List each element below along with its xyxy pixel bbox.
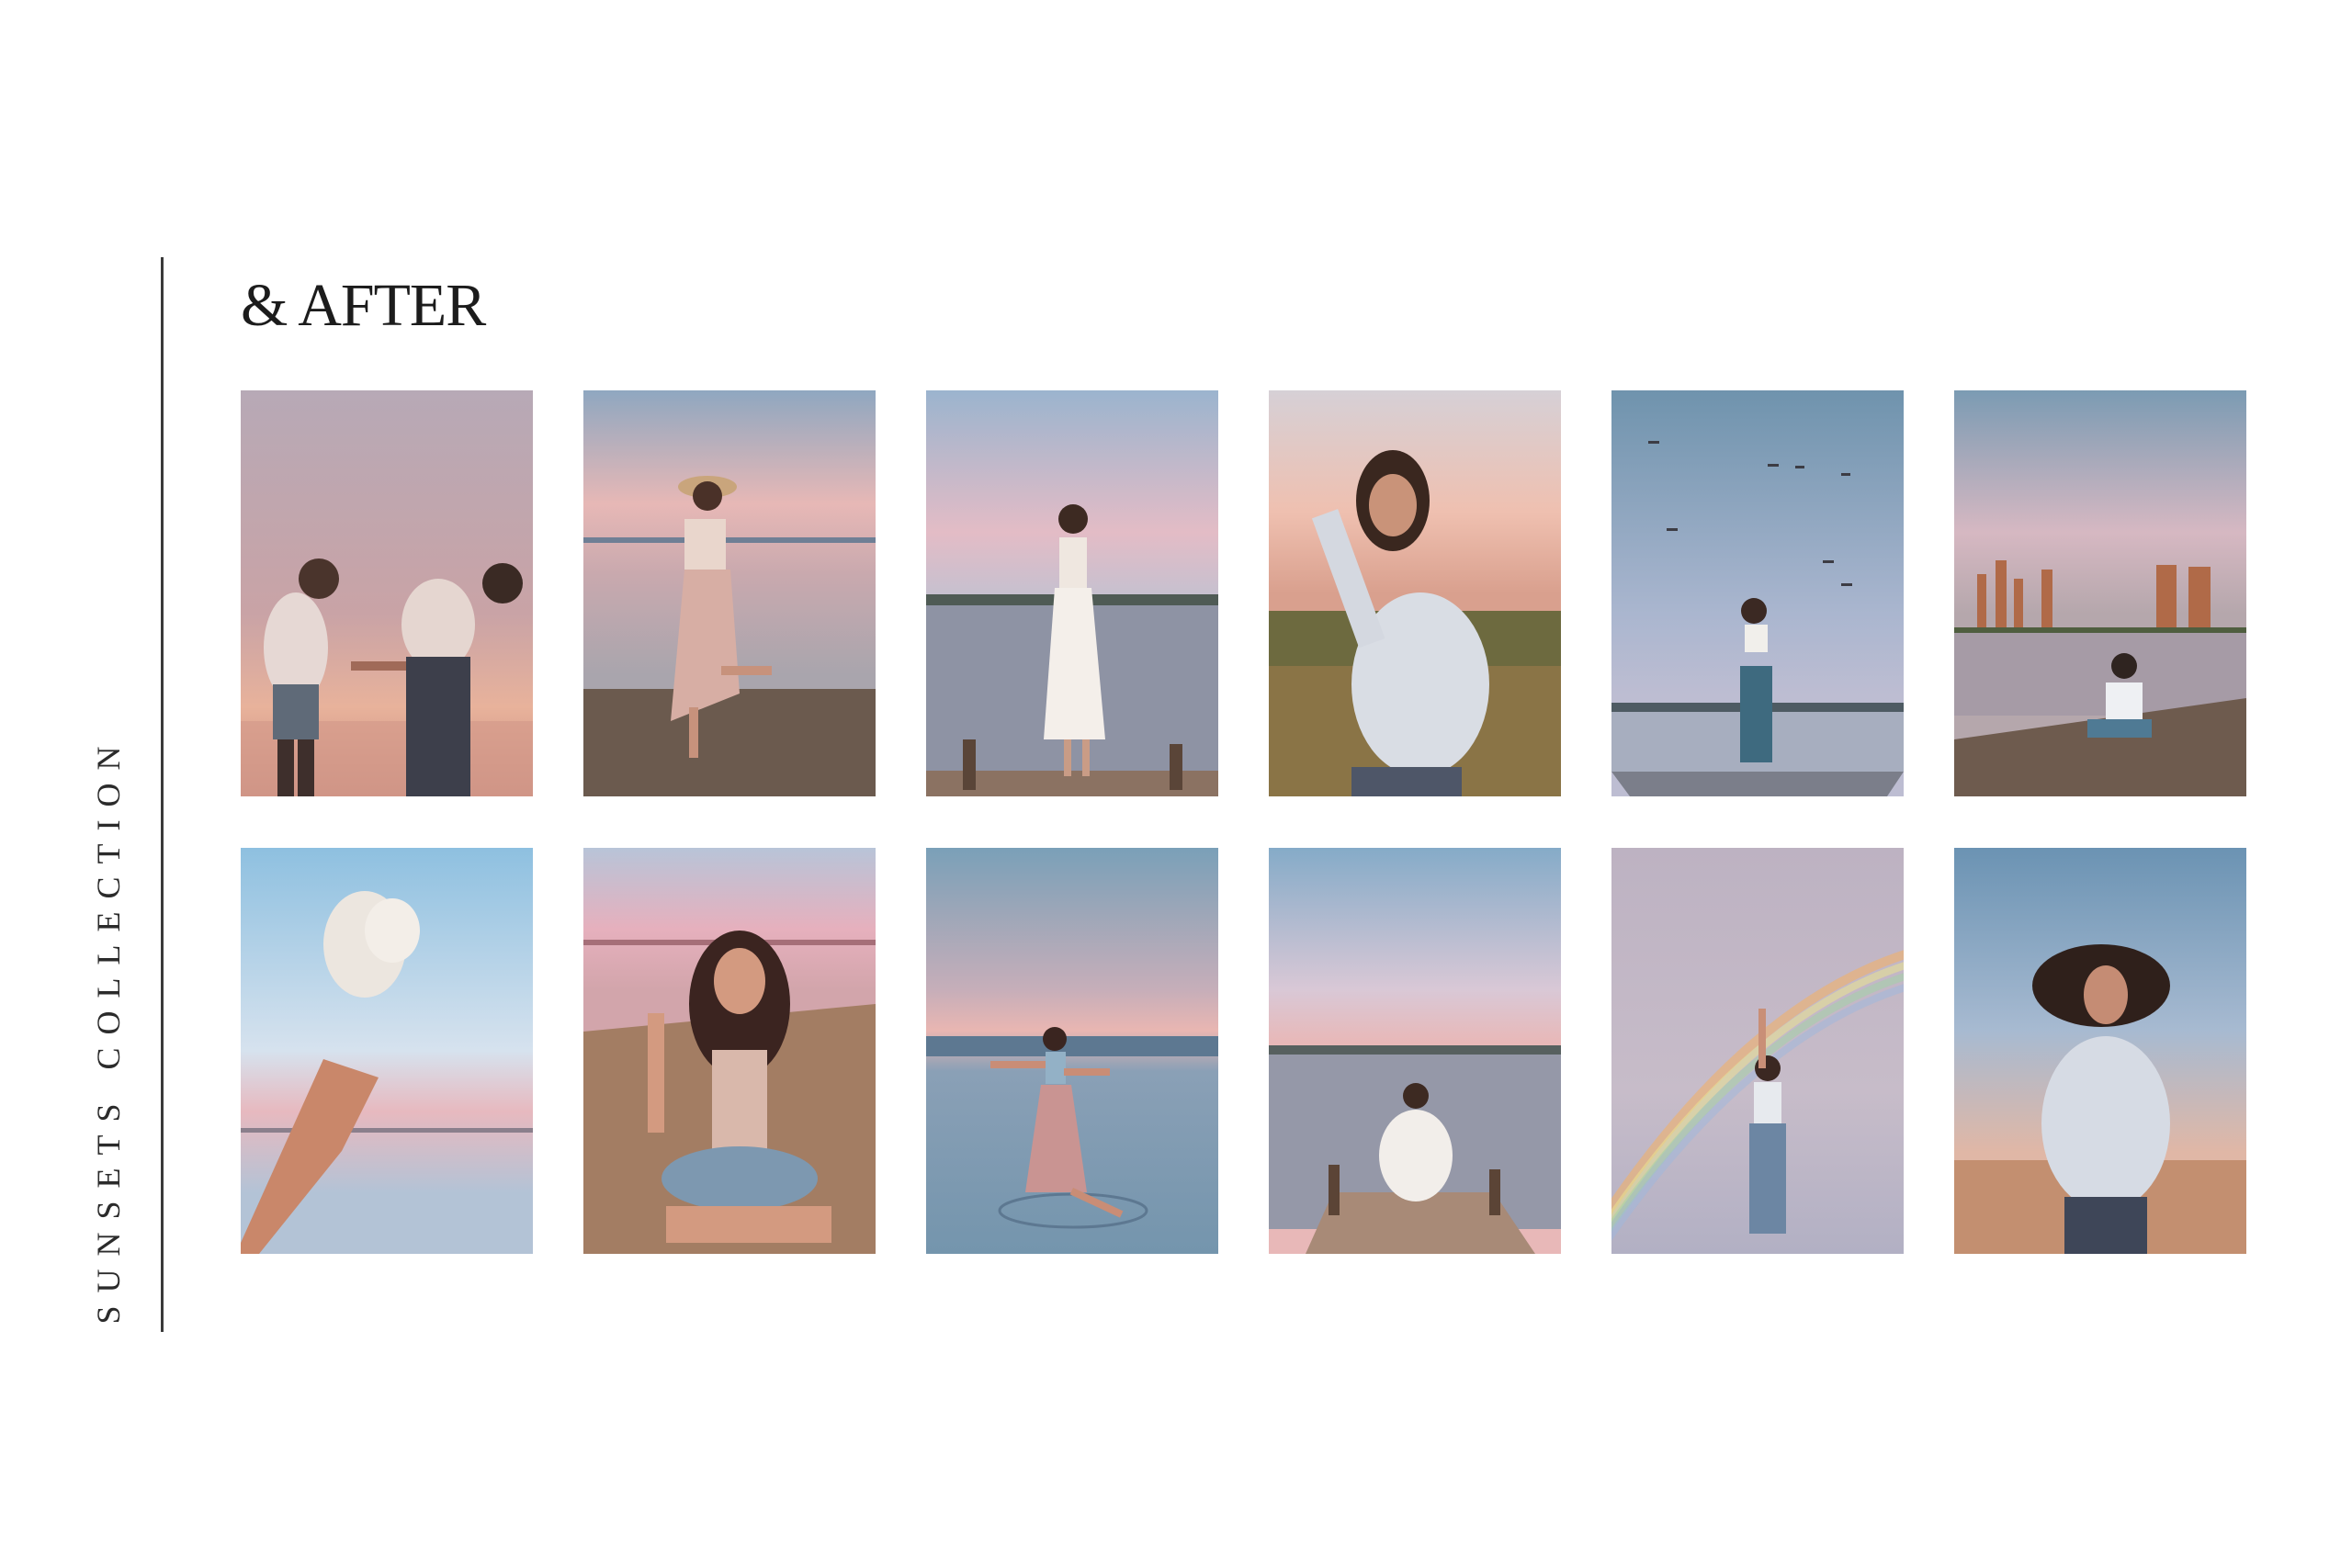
photo-woman-white-dress-dock[interactable] — [926, 390, 1218, 796]
photo-hand-flowers[interactable] — [241, 848, 533, 1254]
photo-woman-sweater-hair[interactable] — [1954, 848, 2246, 1254]
photo-woman-sitting-sand[interactable] — [583, 848, 876, 1254]
photo-woman-city-skyline[interactable] — [1954, 390, 2246, 796]
page-title: & AFTER — [241, 272, 486, 339]
vertical-divider — [161, 257, 164, 1332]
photo-woman-pier-birds[interactable] — [1611, 390, 1904, 796]
side-caption: SUNSETS COLLECTION — [90, 733, 127, 1325]
photo-woman-rainbow[interactable] — [1611, 848, 1904, 1254]
photo-woman-end-of-dock[interactable] — [1269, 848, 1561, 1254]
photo-woman-dancing-water[interactable] — [926, 848, 1218, 1254]
photo-gallery — [241, 390, 2247, 1254]
photo-couple-sunset[interactable] — [241, 390, 533, 796]
photo-woman-hat-beach[interactable] — [583, 390, 876, 796]
photo-woman-sweater-field[interactable] — [1269, 390, 1561, 796]
